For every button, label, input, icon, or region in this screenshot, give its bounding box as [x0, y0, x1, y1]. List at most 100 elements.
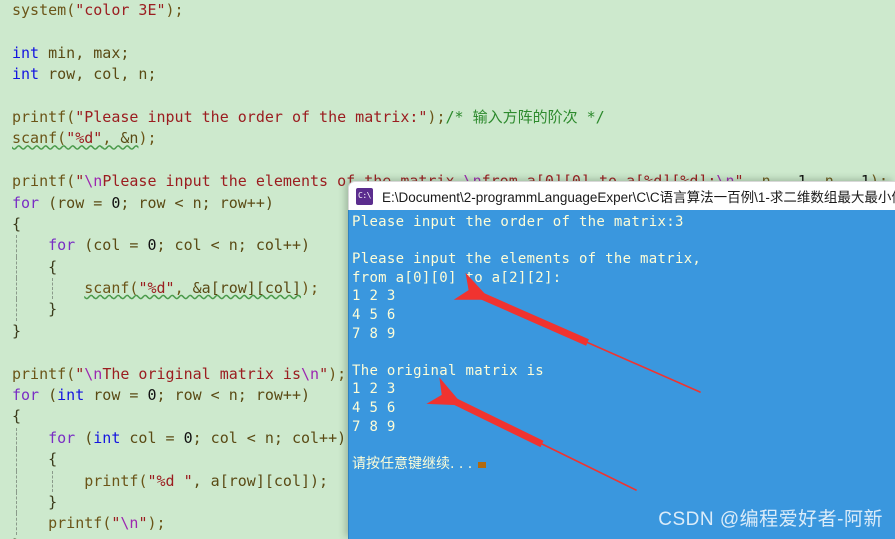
- code-token-brace: {: [48, 450, 58, 469]
- code-token-kw: int: [93, 428, 121, 447]
- console-line: 4 5 6: [352, 306, 895, 325]
- console-line-text: Please input the elements of the matrix,: [352, 251, 702, 268]
- code-token-kw2: for: [12, 193, 40, 212]
- code-token-id: ; row < n; row++): [120, 193, 274, 212]
- console-title-bar[interactable]: C:\ E:\Document\2-programmLanguageExper\…: [348, 181, 895, 210]
- code-token-id: row, col, n;: [39, 65, 157, 84]
- code-line: int row, col, n;: [0, 64, 895, 85]
- console-title-text: E:\Document\2-programmLanguageExper\C\C语…: [382, 190, 895, 205]
- console-cursor: [478, 461, 487, 468]
- console-line: 1 2 3: [352, 380, 895, 399]
- code-token-fn: system: [12, 1, 67, 19]
- console-output-area[interactable]: Please input the order of the matrix:3 Pl…: [348, 210, 895, 539]
- code-token-cmt: /* 输入方阵的阶次 */: [445, 107, 605, 126]
- code-token-fn: printf: [12, 107, 67, 126]
- code-token-fn: scanf: [84, 279, 130, 298]
- code-token-id: &a: [192, 279, 211, 298]
- console-line-text: The original matrix is: [352, 362, 545, 379]
- indent-guide: [52, 470, 54, 492]
- console-app-icon: C:\: [356, 187, 373, 205]
- code-token-str: ": [75, 172, 85, 191]
- console-window[interactable]: C:\ E:\Document\2-programmLanguageExper\…: [348, 181, 895, 539]
- console-line: 请按任意键继续. . .: [352, 455, 895, 474]
- console-icon-label: C:\: [358, 191, 371, 200]
- console-line: from a[0][0] to a[2][2]:: [352, 269, 895, 288]
- code-token-kw2: for: [12, 386, 40, 405]
- console-line: Please input the order of the matrix:3: [352, 213, 895, 232]
- console-line-text: 4 5 6: [352, 306, 396, 323]
- code-line: printf("Please input the order of the ma…: [0, 107, 895, 128]
- code-token-punct: );: [427, 107, 446, 126]
- console-line: 1 2 3: [352, 287, 895, 306]
- code-token-punct: (: [66, 1, 76, 19]
- code-token-id: [row][col]: [210, 279, 301, 298]
- console-line-text: 1 2 3: [352, 381, 396, 398]
- code-line: scanf("%d", &n);: [0, 128, 895, 149]
- console-line: Please input the elements of the matrix,: [352, 250, 895, 269]
- code-token-fn: printf: [12, 364, 67, 383]
- indent-guide: [16, 427, 17, 450]
- code-token-punct: );: [165, 1, 184, 19]
- code-token-str: "color 3E": [75, 1, 166, 19]
- console-line-text: from a[0][0] to a[2][2]:: [352, 269, 562, 286]
- code-token-num: 0: [183, 428, 193, 447]
- code-token-id: &n: [120, 129, 139, 148]
- code-token-id: (row =: [39, 193, 112, 212]
- code-token-punct: );: [138, 129, 157, 148]
- indent-guide: [16, 256, 17, 279]
- console-line-text: 7 8 9: [352, 325, 396, 342]
- code-token-kw: int: [57, 386, 85, 405]
- code-token-fn: printf: [84, 471, 139, 490]
- code-token-punct: (: [66, 364, 76, 383]
- indent-guide: [52, 278, 54, 300]
- code-token-str: "%d": [66, 129, 103, 148]
- code-token-str: The original matrix is: [102, 364, 301, 383]
- console-line-text: 请按任意键继续. . .: [352, 455, 473, 472]
- code-token-punct: );: [301, 279, 320, 298]
- code-token-id: ; col < n; col++): [156, 236, 311, 255]
- code-token-num: 0: [147, 236, 157, 255]
- indent-guide: [16, 470, 17, 492]
- code-token-esc: \n: [120, 514, 139, 533]
- code-token-kw: int: [12, 43, 40, 62]
- code-token-punct: );: [147, 514, 166, 533]
- console-line-text: 4 5 6: [352, 399, 396, 416]
- console-line-text: 1 2 3: [352, 288, 396, 305]
- console-line: The original matrix is: [352, 362, 895, 381]
- code-token-str: "Please input the order of the matrix:": [75, 107, 428, 126]
- code-token-id: , a[row][col]);: [192, 471, 329, 490]
- code-token-brace: }: [12, 321, 22, 340]
- code-token-kw: int: [12, 65, 40, 84]
- code-token-punct: ,: [174, 279, 193, 298]
- screenshot-root: system("color 3E"); int min, max; int row,…: [0, 0, 895, 539]
- code-token-id: min, max;: [39, 43, 130, 62]
- code-token-str: "%d ": [147, 471, 193, 490]
- code-token-fn: printf: [12, 172, 67, 191]
- code-token-punct: (: [57, 129, 67, 148]
- code-token-brace: {: [12, 407, 22, 426]
- code-token-kw2: for: [48, 236, 76, 255]
- indent-guide: [16, 299, 17, 321]
- code-token-fn: scanf: [12, 129, 58, 148]
- code-token-esc: \n: [84, 364, 103, 383]
- code-token-punct: );: [328, 364, 347, 383]
- code-token-esc: \n: [84, 172, 103, 191]
- indent-guide: [16, 513, 17, 535]
- console-line-text: Please input the order of the matrix:3: [352, 214, 684, 230]
- console-line: 7 8 9: [352, 418, 895, 437]
- code-token-id: ; col < n; col++): [192, 428, 347, 447]
- indent-guide: [16, 449, 17, 471]
- code-token-brace: }: [48, 300, 58, 319]
